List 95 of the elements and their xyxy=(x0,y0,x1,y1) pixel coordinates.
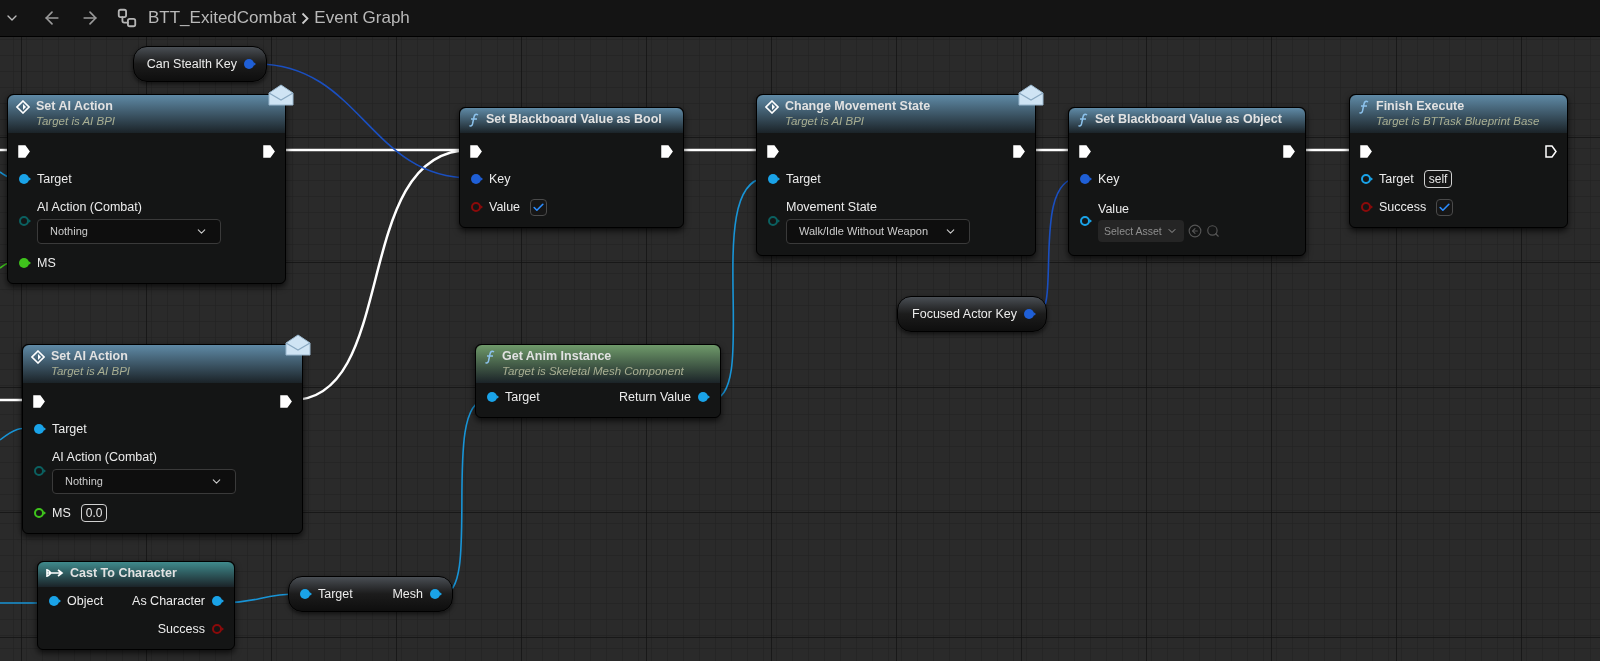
data-pin[interactable] xyxy=(18,257,31,269)
function-node[interactable]: Finish Execute Target is BTTask Blueprint Base Target self Success xyxy=(1349,94,1568,228)
data-pin[interactable] xyxy=(211,595,224,607)
asset-picker[interactable]: Select Asset xyxy=(1098,220,1184,243)
exec-pin[interactable] xyxy=(1013,144,1025,158)
pin-label: Focused Actor Key xyxy=(912,305,1017,323)
data-pin[interactable] xyxy=(697,391,710,403)
pin-label: Target xyxy=(52,420,87,438)
exec-pin[interactable] xyxy=(1079,144,1091,158)
arrow-left-icon[interactable] xyxy=(1187,224,1202,239)
dropdown[interactable]: Nothing xyxy=(37,218,221,244)
function-node[interactable]: Cast To Character Object As Character Success xyxy=(37,561,235,650)
node-title: Set AI Action xyxy=(36,99,114,114)
pin-label: Target xyxy=(1379,170,1414,188)
input-field[interactable]: 0.0 xyxy=(80,504,108,522)
breadcrumb-link[interactable]: Event Graph xyxy=(314,5,410,31)
graph-icon xyxy=(116,7,138,29)
function-node[interactable]: Get Anim Instance Target is Skeletal Mesh Component Target Return Value xyxy=(475,344,721,418)
function-node[interactable]: Set AI Action Target is AI BPI Target AI Action (Combat) Nothing MS 0.0 xyxy=(22,344,303,534)
function-node[interactable]: Set AI Action Target is AI BPI Target AI Action (Combat) Nothing MS xyxy=(7,94,286,284)
data-pin[interactable] xyxy=(33,423,46,435)
node-title: Cast To Character xyxy=(70,566,177,581)
function-icon xyxy=(1077,113,1089,127)
data-pin[interactable] xyxy=(299,588,312,600)
chevron-right-icon xyxy=(301,11,310,25)
node-title: Set AI Action xyxy=(51,349,129,364)
function-node[interactable]: Set Blackboard Value as Bool Key Value xyxy=(459,107,684,228)
pin-label: Target xyxy=(786,170,821,188)
exec-pin[interactable] xyxy=(767,144,779,158)
pin-label: Return Value xyxy=(618,388,691,406)
pin-label: Movement State xyxy=(786,199,878,217)
check-icon xyxy=(532,200,546,214)
data-pin[interactable] xyxy=(767,173,780,185)
exec-pin[interactable] xyxy=(1283,144,1295,158)
pin-label: AI Action (Combat) xyxy=(37,199,143,217)
checkbox[interactable] xyxy=(1436,198,1454,216)
pin-label: Can Stealth Key xyxy=(146,55,237,73)
data-pin[interactable] xyxy=(18,173,31,185)
data-pin[interactable] xyxy=(33,507,46,519)
pin-label: Target xyxy=(318,585,353,603)
node-subtitle: Target is AI BPI xyxy=(785,114,866,129)
pin-label: Value xyxy=(1098,200,1131,218)
checkbox[interactable] xyxy=(530,198,548,216)
node-title: Set Blackboard Value as Bool xyxy=(486,112,662,127)
exec-pin[interactable] xyxy=(1545,144,1557,158)
pin-label: AI Action (Combat) xyxy=(52,449,158,467)
exec-pin[interactable] xyxy=(1360,144,1372,158)
exec-pin[interactable] xyxy=(470,144,482,158)
pin-label: MS xyxy=(52,504,71,522)
data-pin[interactable] xyxy=(1079,215,1092,227)
data-pin[interactable] xyxy=(48,595,61,607)
node-title: Get Anim Instance xyxy=(502,349,613,364)
dropdown[interactable]: Nothing xyxy=(52,468,236,494)
function-icon xyxy=(468,113,480,127)
exec-pin[interactable] xyxy=(18,144,30,158)
exec-pin[interactable] xyxy=(280,394,292,408)
pin-label: Value xyxy=(489,198,521,216)
diamond-icon xyxy=(31,350,45,364)
node-title: Change Movement State xyxy=(785,99,931,114)
pin-label: Target xyxy=(505,388,540,406)
variable-node[interactable]: Target Mesh xyxy=(288,576,453,612)
exec-pin[interactable] xyxy=(263,144,275,158)
node-title: Set Blackboard Value as Object xyxy=(1095,112,1282,127)
pin-label: Key xyxy=(1098,170,1120,188)
data-pin[interactable] xyxy=(1360,173,1373,185)
function-node[interactable]: Set Blackboard Value as Object Key Value Select Asset xyxy=(1068,107,1306,256)
pin-label: Target xyxy=(37,170,72,188)
variable-node[interactable]: Focused Actor Key xyxy=(897,296,1047,332)
exec-pin[interactable] xyxy=(33,394,45,408)
node-subtitle: Target is BTTask Blueprint Base xyxy=(1376,114,1540,129)
variable-node[interactable]: Can Stealth Key xyxy=(133,46,267,82)
pin-label: Success xyxy=(1379,198,1427,216)
node-subtitle: Target is AI BPI xyxy=(36,114,116,129)
node-subtitle: Target is AI BPI xyxy=(51,364,131,379)
function-node[interactable]: Change Movement State Target is AI BPI Target Movement State Walk/Idle Without Weapon xyxy=(756,94,1036,256)
pin-label: Key xyxy=(489,170,511,188)
diamond-icon xyxy=(765,100,779,114)
pin-label: Mesh xyxy=(392,585,423,603)
function-icon xyxy=(484,350,496,364)
pin-label: Object xyxy=(67,592,104,610)
pin-label: As Character xyxy=(132,592,205,610)
node-subtitle: Target is Skeletal Mesh Component xyxy=(502,364,684,379)
exec-pin[interactable] xyxy=(661,144,673,158)
data-pin[interactable] xyxy=(429,588,442,600)
pin-label: MS xyxy=(37,254,56,272)
breadcrumb-link[interactable]: BTT_ExitedCombat xyxy=(148,5,297,31)
pin-label: Success xyxy=(157,620,205,638)
dropdown[interactable]: Walk/Idle Without Weapon xyxy=(786,218,970,244)
function-icon xyxy=(1358,100,1370,114)
diamond-icon xyxy=(16,100,30,114)
cast-arrow-icon xyxy=(46,567,64,579)
node-title: Finish Execute xyxy=(1376,99,1466,114)
data-pin[interactable] xyxy=(486,391,499,403)
check-icon xyxy=(1438,200,1452,214)
input-field[interactable]: self xyxy=(1423,170,1453,188)
